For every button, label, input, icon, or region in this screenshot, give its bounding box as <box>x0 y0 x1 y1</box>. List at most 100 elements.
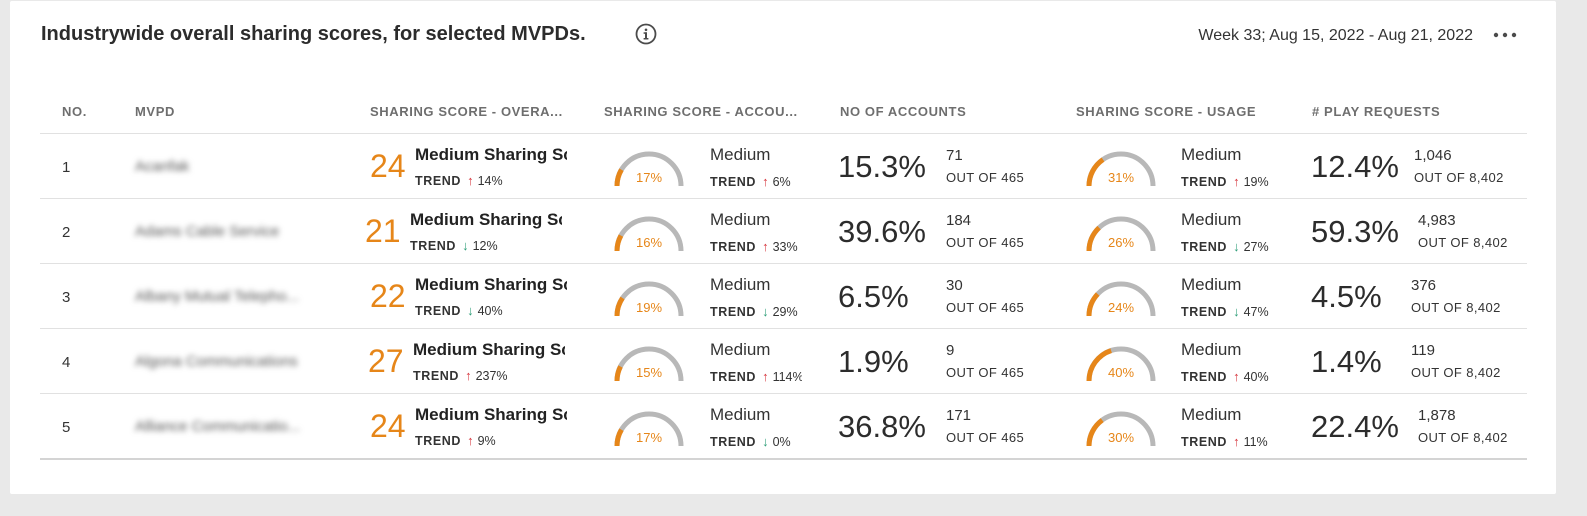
usage-sharing-level: Medium <box>1181 405 1242 424</box>
mvpd-name[interactable]: Albany Mutual Telepho... <box>135 288 299 305</box>
trend-value: 19% <box>1243 175 1269 189</box>
date-range-label: Week 33; Aug 15, 2022 - Aug 21, 2022 <box>1198 27 1473 44</box>
play-requests-out-of: OUT OF 8,402 <box>1411 365 1501 380</box>
table-row[interactable]: 1 Acanfak 24 Medium Sharing Score TREND ↑… <box>40 134 1527 199</box>
play-requests-count: 4,983 <box>1418 212 1456 229</box>
usage-trend: TREND ↑ 11% <box>1181 434 1274 449</box>
overall-trend: TREND ↑ 9% <box>415 433 575 448</box>
play-requests-out-of: OUT OF 8,402 <box>1414 170 1504 185</box>
overall-score-label: Medium Sharing Score <box>415 275 567 294</box>
column-header-play-requests[interactable]: # PLAY REQUESTS <box>1312 104 1440 119</box>
overall-trend: TREND ↓ 12% <box>410 238 570 253</box>
trend-down-arrow-icon: ↓ <box>467 303 474 318</box>
trend-value: 27% <box>1243 240 1269 254</box>
overall-score-label: Medium Sharing Score <box>413 340 565 359</box>
trend-up-arrow-icon: ↑ <box>762 369 769 384</box>
trend-label: TREND <box>710 305 757 319</box>
trend-label: TREND <box>415 434 462 448</box>
table-row[interactable]: 2 Adams Cable Service 21 Medium Sharing … <box>40 199 1527 264</box>
usage-sharing-level: Medium <box>1181 340 1242 359</box>
table-row[interactable]: 3 Albany Mutual Telepho... 22 Medium Sha… <box>40 264 1527 329</box>
play-requests-out-of: OUT OF 8,402 <box>1418 430 1508 445</box>
usage-sharing-level: Medium <box>1181 145 1242 164</box>
usage-sharing-gauge: 26% <box>1083 213 1159 255</box>
gauge-percent: 16% <box>635 235 663 250</box>
trend-value: 237% <box>475 369 508 383</box>
column-header-sharing-overall[interactable]: SHARING SCORE - OVERA... <box>370 104 563 119</box>
accounts-out-of: OUT OF 465 <box>946 300 1025 315</box>
account-sharing-gauge: 17% <box>611 148 687 190</box>
column-header-sharing-usage[interactable]: SHARING SCORE - USAGE <box>1076 104 1256 119</box>
overall-score-label: Medium Sharing Score <box>410 210 562 229</box>
trend-up-arrow-icon: ↑ <box>467 433 474 448</box>
trend-label: TREND <box>1181 240 1228 254</box>
accounts-count: 9 <box>946 342 955 359</box>
accounts-percent: 1.9% <box>838 344 909 379</box>
account-sharing-level: Medium <box>710 145 771 164</box>
overall-score-value: 22 <box>370 278 406 314</box>
trend-value: 14% <box>477 174 503 188</box>
usage-trend: TREND ↑ 19% <box>1181 174 1274 189</box>
trend-down-arrow-icon: ↓ <box>1233 239 1240 254</box>
trend-value: 114% <box>772 370 802 384</box>
trend-value: 33% <box>772 240 798 254</box>
trend-label: TREND <box>1181 370 1228 384</box>
accounts-out-of: OUT OF 465 <box>946 430 1025 445</box>
usage-sharing-gauge: 30% <box>1083 408 1159 450</box>
column-header-sharing-accounts[interactable]: SHARING SCORE - ACCOU... <box>604 104 798 119</box>
gauge-percent: 31% <box>1107 170 1135 185</box>
trend-label: TREND <box>710 240 757 254</box>
play-requests-out-of: OUT OF 8,402 <box>1411 300 1501 315</box>
mvpd-name[interactable]: Adams Cable Service <box>135 223 279 240</box>
usage-trend: TREND ↓ 27% <box>1181 239 1274 254</box>
play-requests-percent: 4.5% <box>1311 279 1382 314</box>
overall-score-label: Medium Sharing Score <box>415 405 567 424</box>
trend-value: 9% <box>477 434 496 448</box>
account-trend: TREND ↑ 114% <box>710 369 802 384</box>
trend-value: 40% <box>477 304 503 318</box>
trend-label: TREND <box>415 304 462 318</box>
play-requests-percent: 22.4% <box>1311 409 1399 444</box>
overall-score-value: 24 <box>370 408 406 444</box>
play-requests-out-of: OUT OF 8,402 <box>1418 235 1508 250</box>
accounts-percent: 6.5% <box>838 279 909 314</box>
usage-trend: TREND ↑ 40% <box>1181 369 1274 384</box>
account-sharing-gauge: 19% <box>611 278 687 320</box>
trend-value: 0% <box>772 435 791 449</box>
mvpd-name[interactable]: Alliance Communicatio... <box>135 418 300 435</box>
play-requests-count: 376 <box>1411 277 1437 294</box>
account-sharing-level: Medium <box>710 210 771 229</box>
table-row[interactable]: 5 Alliance Communicatio... 24 Medium Sha… <box>40 394 1527 460</box>
trend-value: 12% <box>472 239 498 253</box>
mvpd-name[interactable]: Acanfak <box>135 158 189 175</box>
accounts-percent: 36.8% <box>838 409 926 444</box>
usage-sharing-gauge: 31% <box>1083 148 1159 190</box>
mvpd-name[interactable]: Algona Communications <box>135 353 298 370</box>
row-number: 5 <box>62 419 71 436</box>
gauge-percent: 40% <box>1107 365 1135 380</box>
column-header-no[interactable]: NO. <box>62 104 87 119</box>
trend-down-arrow-icon: ↓ <box>762 304 769 319</box>
trend-up-arrow-icon: ↑ <box>762 174 769 189</box>
accounts-percent: 39.6% <box>838 214 926 249</box>
trend-label: TREND <box>1181 305 1228 319</box>
sharing-scores-table: NO. MVPD SHARING SCORE - OVERA... SHARIN… <box>40 93 1527 460</box>
column-header-mvpd[interactable]: MVPD <box>135 104 175 119</box>
overall-trend: TREND ↑ 237% <box>413 368 573 383</box>
more-horizontal-icon[interactable] <box>1492 27 1518 43</box>
gauge-percent: 24% <box>1107 300 1135 315</box>
gauge-percent: 17% <box>635 170 663 185</box>
trend-up-arrow-icon: ↑ <box>467 173 474 188</box>
trend-value: 6% <box>772 175 791 189</box>
account-sharing-level: Medium <box>710 340 771 359</box>
column-header-no-of-accounts[interactable]: NO OF ACCOUNTS <box>840 104 966 119</box>
info-circle-icon[interactable] <box>635 23 657 45</box>
gauge-percent: 30% <box>1107 430 1135 445</box>
account-sharing-gauge: 16% <box>611 213 687 255</box>
usage-sharing-gauge: 40% <box>1083 343 1159 385</box>
trend-label: TREND <box>710 435 757 449</box>
trend-up-arrow-icon: ↑ <box>465 368 472 383</box>
overall-trend: TREND ↑ 14% <box>415 173 575 188</box>
table-row[interactable]: 4 Algona Communications 27 Medium Sharin… <box>40 329 1527 394</box>
accounts-out-of: OUT OF 465 <box>946 235 1025 250</box>
